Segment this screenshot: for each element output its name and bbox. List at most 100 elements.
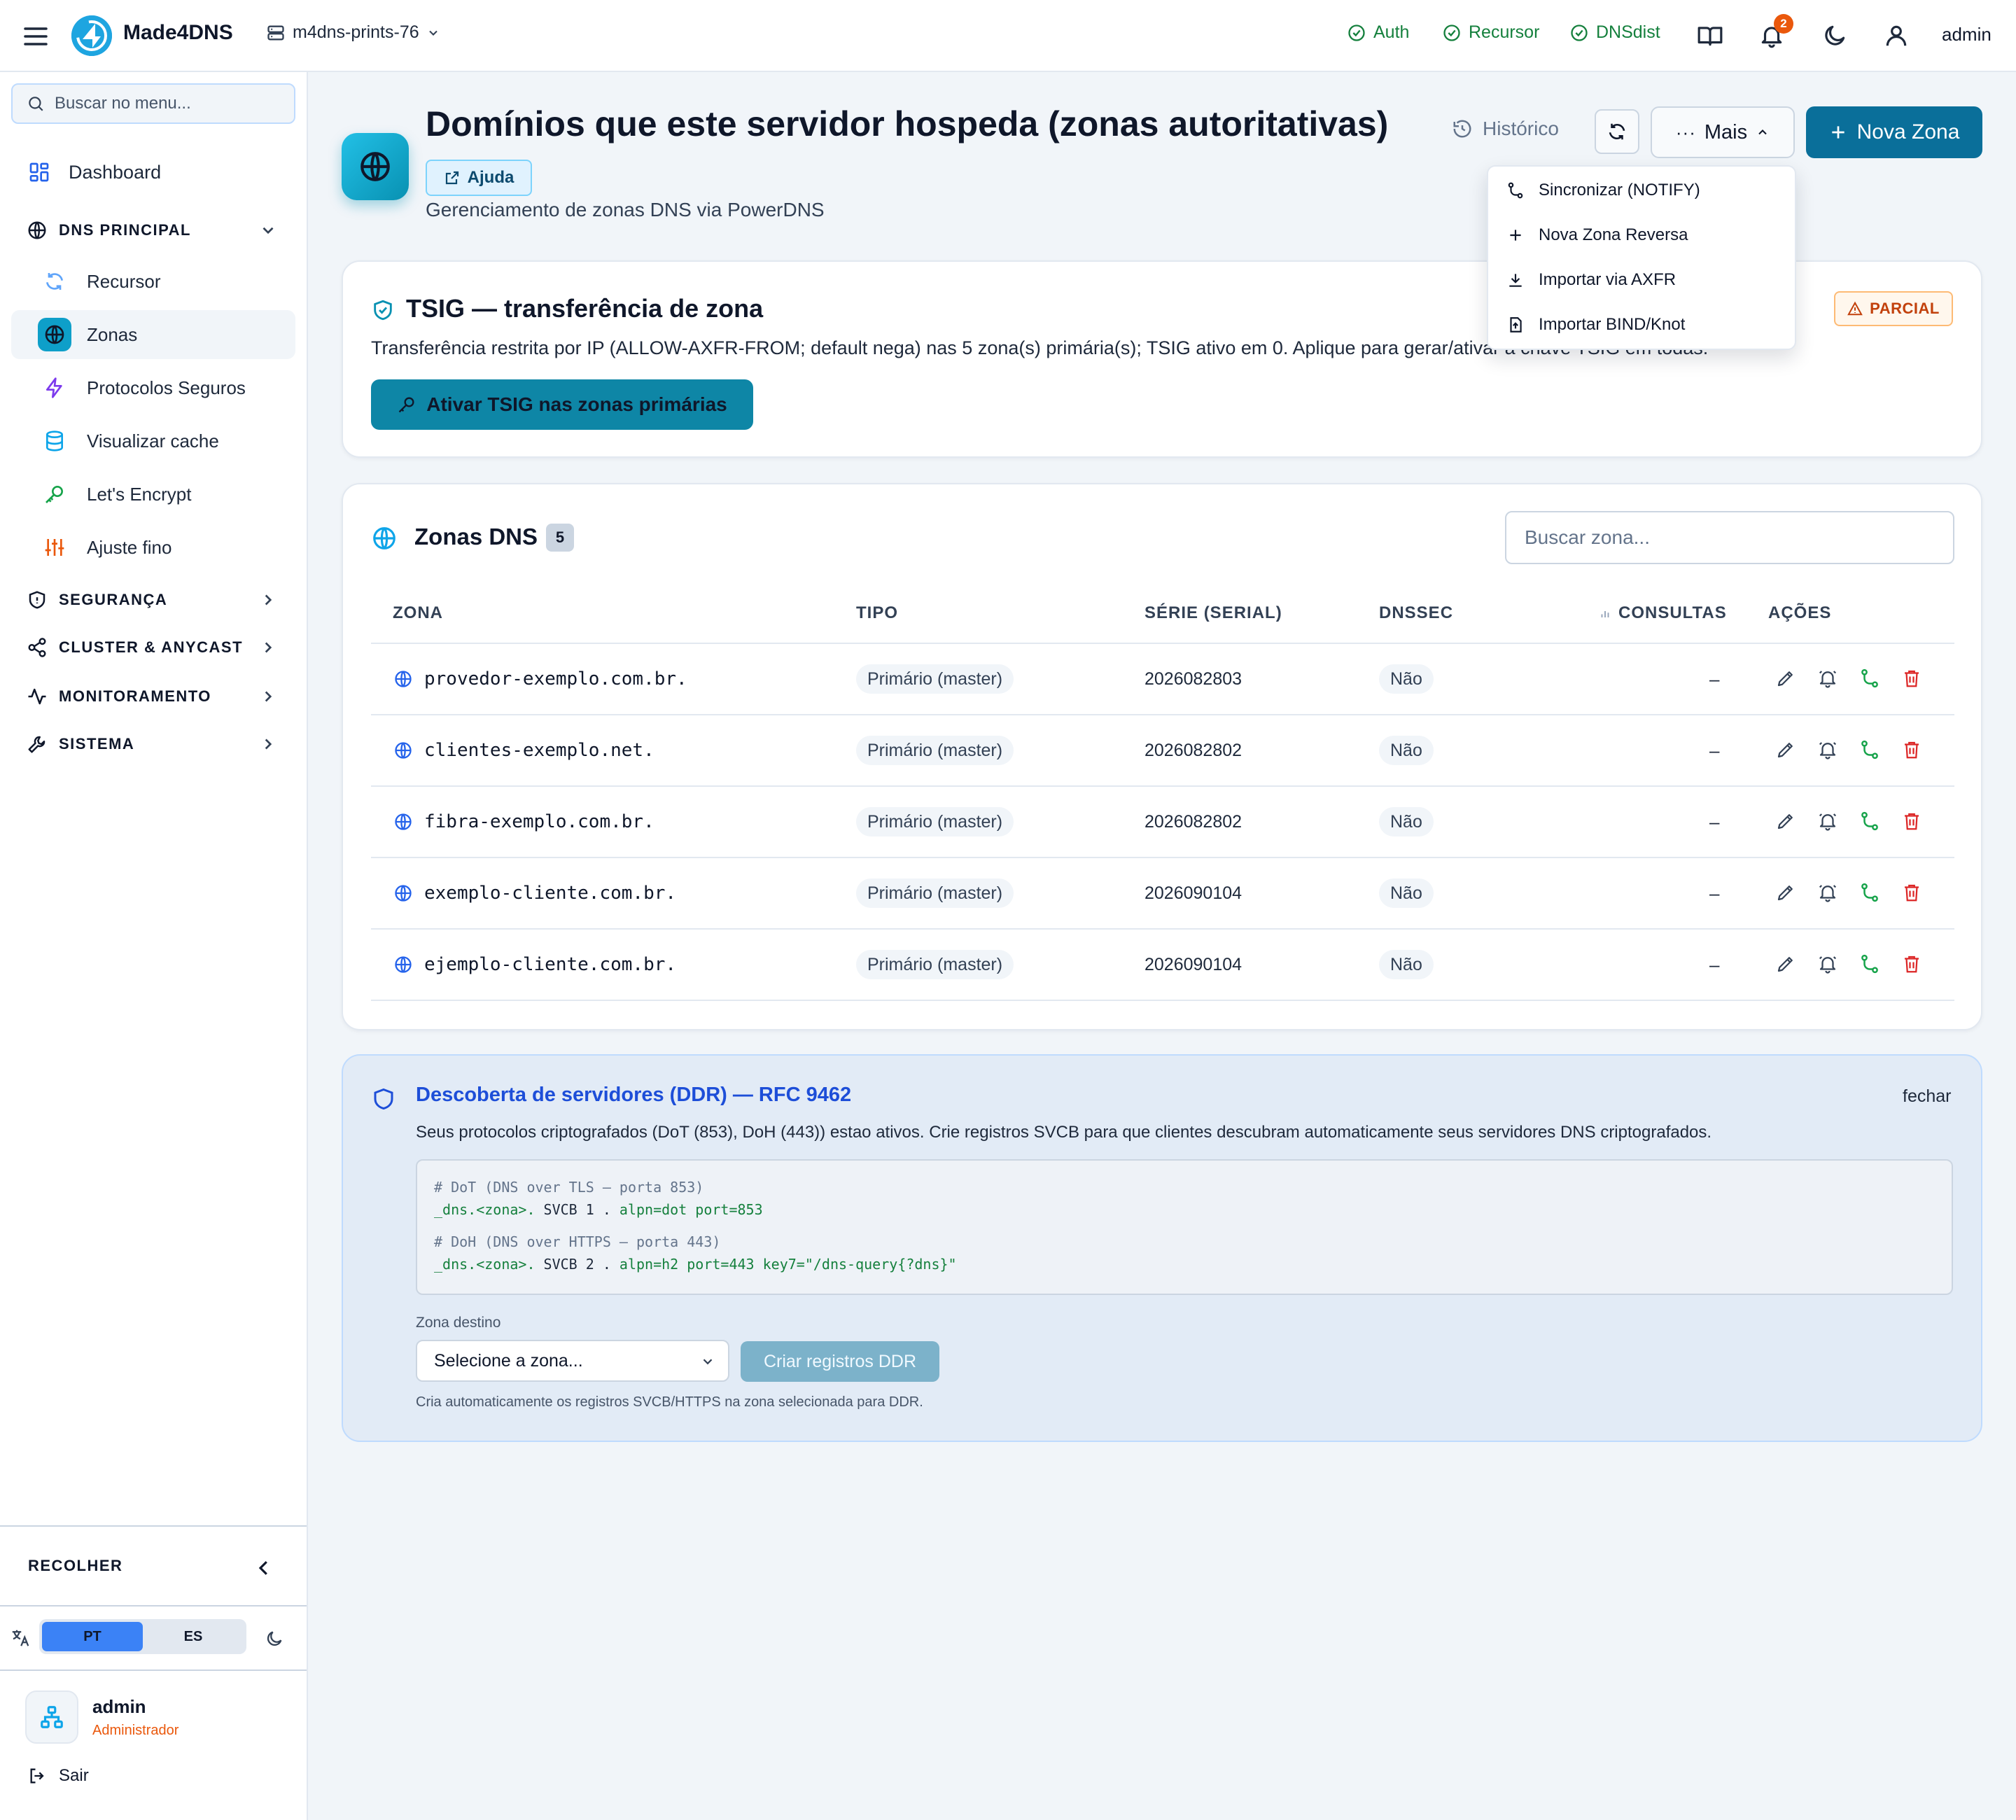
git-branch-icon[interactable] — [1859, 668, 1880, 689]
dnssec-cell: Não — [1379, 644, 1434, 714]
dnssec-cell: Não — [1379, 787, 1434, 857]
table-row[interactable]: provedor-exemplo.com.br. Primário (master… — [371, 643, 1954, 714]
menu-item-reverse-zone[interactable]: Nova Zona Reversa — [1506, 221, 1688, 249]
serial-cell: 2026082803 — [1144, 668, 1242, 689]
refresh-button[interactable] — [1595, 109, 1639, 154]
git-branch-icon[interactable] — [1859, 953, 1880, 974]
server-selector[interactable]: m4dns-prints-76 — [266, 22, 440, 43]
zone-target-select[interactable]: Selecione a zona... — [416, 1340, 729, 1382]
edit-icon[interactable] — [1775, 739, 1796, 760]
sidebar-group-dns[interactable]: DNS PRINCIPAL — [11, 209, 295, 251]
more-button[interactable]: ··· Mais — [1651, 106, 1795, 158]
delete-icon[interactable] — [1901, 668, 1922, 689]
sidebar-item-zonas[interactable]: Zonas — [11, 310, 295, 359]
git-branch-icon[interactable] — [1859, 811, 1880, 832]
edit-icon[interactable] — [1775, 811, 1796, 832]
table-row[interactable]: ejemplo-cliente.com.br. Primário (master)… — [371, 928, 1954, 1000]
zone-cell[interactable]: fibra-exemplo.com.br. — [393, 787, 654, 857]
delete-icon[interactable] — [1901, 882, 1922, 903]
sidebar-group-seguranca[interactable]: SEGURANÇA — [11, 579, 295, 621]
notify-icon[interactable] — [1817, 882, 1838, 903]
sidebar-group-cluster[interactable]: CLUSTER & ANYCAST — [11, 626, 295, 668]
edit-icon[interactable] — [1775, 953, 1796, 974]
sidebar-item-ajuste[interactable]: Ajuste fino — [11, 523, 295, 572]
notify-icon[interactable] — [1817, 668, 1838, 689]
code-comment-doh: # DoH (DNS over HTTPS — porta 443) — [434, 1233, 721, 1250]
zone-cell[interactable]: exemplo-cliente.com.br. — [393, 858, 676, 928]
history-button[interactable]: Histórico — [1452, 118, 1559, 140]
table-row[interactable]: fibra-exemplo.com.br. Primário (master) 20… — [371, 785, 1954, 857]
status-label: Auth — [1373, 22, 1410, 42]
sidebar-search-input[interactable]: Buscar no menu... — [11, 83, 295, 124]
help-label: Ajuda — [467, 168, 514, 187]
new-zone-button[interactable]: Nova Zona — [1806, 106, 1982, 158]
zap-icon — [46, 377, 62, 398]
zone-name[interactable]: clientes-exemplo.net. — [424, 740, 654, 761]
delete-icon[interactable] — [1901, 811, 1922, 832]
zone-cell[interactable]: ejemplo-cliente.com.br. — [393, 930, 676, 1000]
moon-icon[interactable] — [1821, 22, 1848, 49]
lang-pt-button[interactable]: PT — [42, 1622, 143, 1651]
page-title: Domínios que este servidor hospeda (zona… — [426, 104, 1389, 144]
git-branch-icon[interactable] — [1859, 739, 1880, 760]
moon-icon[interactable] — [265, 1629, 284, 1648]
notify-icon[interactable] — [1817, 811, 1838, 832]
column-header-tipo[interactable]: TIPO — [856, 603, 898, 623]
menu-icon[interactable] — [21, 22, 50, 50]
notify-icon[interactable] — [1817, 953, 1838, 974]
status-auth[interactable]: Auth — [1347, 22, 1409, 43]
zone-cell[interactable]: clientes-exemplo.net. — [393, 715, 654, 785]
close-ddr-button[interactable]: fechar — [1903, 1086, 1951, 1107]
sidebar-item-protocolos[interactable]: Protocolos Seguros — [11, 363, 295, 412]
help-button[interactable]: Ajuda — [426, 160, 532, 196]
sidebar-item-recursor[interactable]: Recursor — [11, 257, 295, 306]
serial-cell: 2026082802 — [1144, 811, 1242, 832]
status-recursor[interactable]: Recursor — [1442, 22, 1539, 43]
zone-name[interactable]: exemplo-cliente.com.br. — [424, 883, 676, 904]
book-icon[interactable] — [1697, 22, 1723, 49]
table-row[interactable]: clientes-exemplo.net. Primário (master) 20… — [371, 714, 1954, 785]
user-icon[interactable] — [1883, 22, 1910, 49]
check-circle-icon — [1571, 24, 1588, 41]
sliders-icon — [45, 539, 64, 556]
sidebar-item-cache[interactable]: Visualizar cache — [11, 416, 295, 465]
create-ddr-button[interactable]: Criar registros DDR — [741, 1341, 939, 1382]
zone-target-value: Selecione a zona... — [434, 1350, 583, 1371]
sidebar-collapse-button[interactable]: RECOLHER — [0, 1525, 307, 1606]
notify-icon[interactable] — [1817, 739, 1838, 760]
edit-icon[interactable] — [1775, 882, 1796, 903]
menu-item-import-bind[interactable]: Importar BIND/Knot — [1506, 311, 1685, 339]
status-dnsdist[interactable]: DNSdist — [1569, 22, 1660, 43]
delete-icon[interactable] — [1901, 739, 1922, 760]
menu-item-sync[interactable]: Sincronizar (NOTIFY) — [1506, 176, 1700, 204]
user-menu[interactable]: admin — [1942, 24, 1991, 46]
code-record-params: alpn=dot port=853 — [619, 1201, 763, 1218]
sidebar-item-dashboard[interactable]: Dashboard — [11, 148, 295, 197]
table-row[interactable]: exemplo-cliente.com.br. Primário (master)… — [371, 857, 1954, 928]
sidebar-group-sistema[interactable]: SISTEMA — [11, 723, 295, 765]
column-header-consultas[interactable]: CONSULTAS — [1599, 603, 1727, 623]
git-branch-icon[interactable] — [1859, 882, 1880, 903]
sidebar-group-monitoramento[interactable]: MONITORAMENTO — [11, 676, 295, 718]
share-icon — [28, 638, 46, 657]
menu-item-import-axfr[interactable]: Importar via AXFR — [1506, 266, 1676, 294]
column-header-zona[interactable]: ZONA — [393, 603, 443, 623]
logout-button[interactable]: Sair — [28, 1766, 89, 1786]
status-label: DNSdist — [1596, 22, 1660, 42]
zone-search-input[interactable]: Buscar zona... — [1505, 511, 1954, 564]
zone-name[interactable]: provedor-exemplo.com.br. — [424, 668, 687, 690]
queries-cell: – — [1709, 811, 1720, 832]
zone-name[interactable]: fibra-exemplo.com.br. — [424, 811, 654, 832]
edit-icon[interactable] — [1775, 668, 1796, 689]
activate-tsig-button[interactable]: Ativar TSIG nas zonas primárias — [371, 379, 753, 430]
lang-es-button[interactable]: ES — [143, 1622, 244, 1651]
sidebar-item-letsencrypt[interactable]: Let's Encrypt — [11, 470, 295, 519]
sidebar-group-label: MONITORAMENTO — [59, 687, 211, 705]
zone-name[interactable]: ejemplo-cliente.com.br. — [424, 954, 676, 975]
column-header-dnssec[interactable]: DNSSEC — [1379, 603, 1453, 623]
column-header-serial[interactable]: SÉRIE (SERIAL) — [1144, 603, 1282, 623]
delete-icon[interactable] — [1901, 953, 1922, 974]
zone-cell[interactable]: provedor-exemplo.com.br. — [393, 644, 687, 714]
serial-cell: 2026090104 — [1144, 883, 1242, 903]
menu-item-label: Importar BIND/Knot — [1539, 315, 1686, 334]
